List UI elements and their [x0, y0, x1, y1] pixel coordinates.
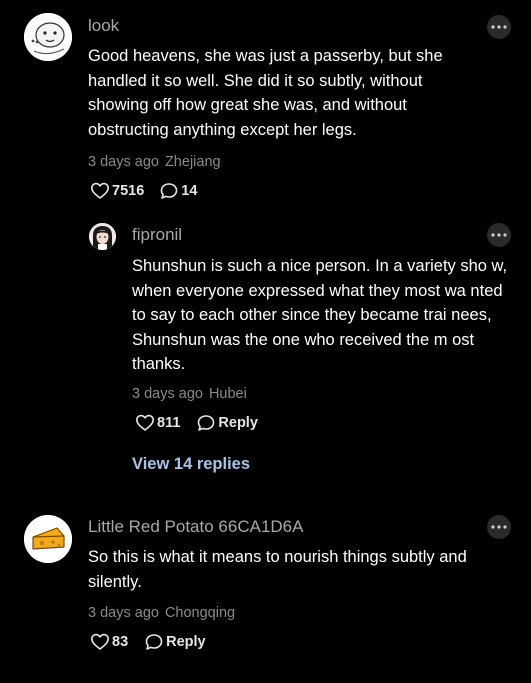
- location: Chongqing: [164, 605, 236, 621]
- comment-meta: 3 days ago Chongqing: [88, 605, 235, 621]
- avatar[interactable]: [24, 13, 72, 61]
- comment-text: Shunshun is such a nice person. In a var…: [132, 257, 508, 373]
- timestamp: 3 days ago: [88, 605, 159, 621]
- location: Hubei: [208, 386, 247, 402]
- reply-button[interactable]: Reply: [144, 633, 206, 651]
- timestamp: 3 days ago: [132, 386, 203, 402]
- username[interactable]: fipronil: [132, 225, 182, 245]
- username[interactable]: look: [88, 16, 119, 36]
- heart-icon: [136, 414, 154, 431]
- comment-text: So this is what it means to nourish thin…: [88, 548, 467, 591]
- like-button[interactable]: 811: [135, 414, 180, 432]
- comment-meta: 3 days ago Hubei: [132, 386, 247, 402]
- reply-button[interactable]: Reply: [196, 414, 258, 432]
- username[interactable]: Little Red Potato 66CA1D6A: [88, 517, 303, 537]
- more-options-button[interactable]: [487, 15, 511, 39]
- heart-icon: [91, 633, 109, 650]
- view-replies-link[interactable]: View 14 replies: [132, 455, 250, 474]
- location: Zhejiang: [164, 154, 221, 170]
- comment-meta: 3 days ago Zhejiang: [88, 154, 221, 170]
- like-count: 83: [112, 634, 129, 650]
- avatar[interactable]: [24, 515, 72, 563]
- comment-actions: 7516 14: [90, 182, 197, 200]
- heart-icon: [91, 182, 109, 199]
- reply-label: Reply: [166, 634, 206, 650]
- more-options-button[interactable]: [487, 515, 511, 539]
- comment-actions: 811 Reply: [135, 414, 258, 432]
- like-button[interactable]: 7516: [90, 182, 144, 200]
- cheese-icon: [24, 515, 72, 563]
- like-button[interactable]: 83: [90, 633, 128, 651]
- comment-text: Good heavens, she was just a passerby, b…: [88, 47, 443, 139]
- avatar[interactable]: [89, 223, 116, 250]
- reply-count: 14: [181, 183, 198, 199]
- reply-button[interactable]: 14: [159, 182, 197, 200]
- like-count: 7516: [112, 183, 145, 199]
- timestamp: 3 days ago: [88, 154, 159, 170]
- more-icon: [491, 525, 507, 529]
- more-icon: [491, 25, 507, 29]
- reply-label: Reply: [218, 415, 258, 431]
- profile-photo-icon: [89, 223, 116, 250]
- like-count: 811: [157, 415, 181, 431]
- comment-bubble-icon: [145, 634, 163, 650]
- comment-bubble-icon: [198, 415, 215, 431]
- more-icon: [491, 233, 507, 237]
- cartoon-face-icon: [24, 13, 72, 61]
- comment-bubble-icon: [160, 183, 178, 199]
- comment-actions: 83 Reply: [90, 633, 206, 651]
- more-options-button[interactable]: [487, 223, 511, 247]
